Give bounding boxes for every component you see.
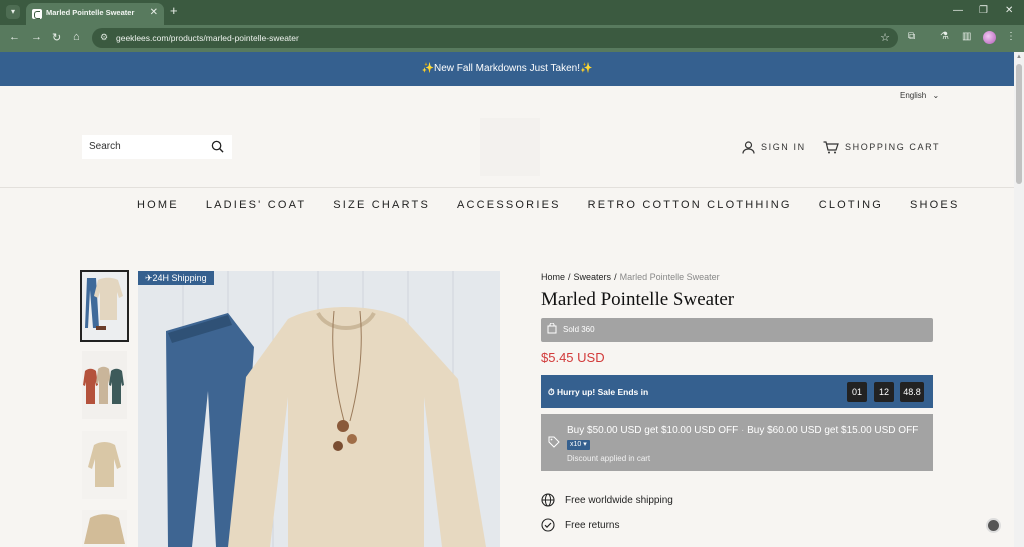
multiplier-badge[interactable]: x10 ▾: [567, 440, 590, 451]
header-divider: [0, 187, 1014, 188]
language-selector[interactable]: English ⌄: [900, 91, 939, 100]
countdown-minutes: 12: [874, 382, 894, 402]
sold-count: Sold 360: [563, 325, 595, 334]
cart-icon: [823, 140, 839, 153]
menu-icon[interactable]: ⋮: [1006, 31, 1016, 42]
sign-in-label: SIGN IN: [761, 142, 806, 152]
user-icon: [742, 140, 755, 154]
nav-item-shoes[interactable]: SHOES: [910, 199, 960, 211]
breadcrumb-current: Marled Pointelle Sweater: [619, 272, 720, 282]
tab-search-icon[interactable]: ▾: [6, 5, 20, 19]
thumbnail-2[interactable]: [82, 351, 127, 419]
thumbnail-1[interactable]: [80, 270, 129, 342]
nav-item-size-charts[interactable]: SIZE CHARTS: [333, 199, 430, 211]
new-tab-icon[interactable]: +: [170, 4, 178, 18]
browser-tab[interactable]: Marled Pointelle Sweater ✕: [26, 3, 164, 25]
profile-avatar[interactable]: [983, 31, 996, 44]
globe-icon: [541, 493, 555, 507]
announcement-bar: ✨New Fall Markdowns Just Taken!✨: [0, 52, 1014, 86]
forward-icon[interactable]: →: [31, 31, 42, 43]
minimize-icon[interactable]: —: [953, 5, 963, 16]
tab-close-icon[interactable]: ✕: [150, 7, 158, 18]
close-window-icon[interactable]: ✕: [1005, 5, 1013, 16]
shopping-cart-link[interactable]: SHOPPING CART: [823, 140, 940, 154]
language-label: English: [900, 91, 927, 100]
home-icon[interactable]: ⌂: [73, 31, 80, 43]
main-navigation: HOME LADIES' COAT SIZE CHARTS ACCESSORIE…: [137, 199, 960, 211]
nav-item-cloting[interactable]: CLOTING: [819, 199, 883, 211]
scrollbar[interactable]: ▲: [1014, 52, 1024, 547]
site-favicon-icon: [32, 9, 42, 19]
countdown-seconds: 48.8: [900, 382, 924, 402]
tab-title: Marled Pointelle Sweater: [46, 8, 135, 17]
browser-tab-strip: ▾ Marled Pointelle Sweater ✕ + — ❐ ✕: [0, 0, 1024, 25]
product-title: Marled Pointelle Sweater: [541, 289, 735, 310]
scroll-up-icon[interactable]: ▲: [1016, 54, 1022, 60]
nav-item-retro-cotton[interactable]: RETRO COTTON CLOTHHING: [588, 199, 792, 211]
sign-in-link[interactable]: SIGN IN: [742, 140, 806, 154]
discount-offer-2: Buy $60.00 USD get $15.00 USD OFF: [747, 425, 919, 436]
discount-offer-1: Buy $50.00 USD get $10.00 USD OFF: [567, 425, 739, 436]
omnibox[interactable]: ⚙ geeklees.com/products/marled-pointelle…: [92, 28, 898, 48]
clock-icon: ⏱: [548, 387, 555, 397]
thumbnail-4[interactable]: [82, 510, 127, 547]
check-circle-icon: [541, 518, 555, 532]
thumbnail-image: [82, 431, 127, 499]
breadcrumb: Home / Sweaters / Marled Pointelle Sweater: [541, 272, 720, 282]
nav-item-home[interactable]: HOME: [137, 199, 179, 211]
restore-icon[interactable]: ❐: [979, 5, 988, 16]
search-icon[interactable]: [211, 140, 224, 153]
countdown-label: ⏱ Hurry up! Sale Ends in: [548, 387, 648, 398]
feature-returns-text: Free returns: [565, 519, 620, 531]
sold-count-bar: Sold 360: [541, 318, 933, 342]
side-panel-icon[interactable]: ▥: [962, 31, 971, 42]
breadcrumb-category[interactable]: Sweaters: [574, 272, 612, 282]
feature-returns: Free returns: [541, 518, 619, 532]
feature-shipping-text: Free worldwide shipping: [565, 494, 673, 506]
back-icon[interactable]: ←: [9, 31, 20, 43]
sale-countdown-bar: ⏱ Hurry up! Sale Ends in 01 12 48.8: [541, 375, 933, 408]
countdown-text: Hurry up! Sale Ends in: [557, 387, 649, 397]
product-price: $5.45 USD: [541, 350, 605, 365]
reload-icon[interactable]: ↻: [52, 31, 61, 44]
nav-item-accessories[interactable]: ACCESSORIES: [457, 199, 561, 211]
main-product-image[interactable]: [138, 271, 500, 547]
tag-icon: [548, 436, 560, 448]
thumbnail-image: [82, 272, 127, 340]
feature-shipping: Free worldwide shipping: [541, 493, 673, 507]
chevron-down-icon: ▾: [583, 441, 587, 449]
countdown-hours: 01: [847, 382, 867, 402]
shipping-badge: ✈24H Shipping: [138, 271, 214, 285]
site-info-icon[interactable]: ⚙: [100, 32, 108, 43]
cart-label: SHOPPING CART: [845, 142, 941, 152]
thumbnail-image: [82, 351, 127, 419]
labs-icon[interactable]: ⚗: [940, 31, 949, 42]
breadcrumb-home[interactable]: Home: [541, 272, 565, 282]
scroll-thumb[interactable]: [1016, 64, 1022, 184]
chevron-down-icon: ⌄: [932, 91, 940, 100]
address-bar-row: ← → ↻ ⌂ ⚙ geeklees.com/products/marled-p…: [0, 25, 1024, 52]
bag-icon: [547, 323, 557, 334]
chat-widget-icon[interactable]: [986, 518, 1001, 533]
thumbnail-image: [82, 510, 127, 547]
product-photo: [138, 271, 500, 547]
search-input[interactable]: Search: [82, 135, 232, 159]
nav-item-ladies-coat[interactable]: LADIES' COAT: [206, 199, 306, 211]
thumbnail-3[interactable]: [82, 431, 127, 499]
url-text[interactable]: geeklees.com/products/marled-pointelle-s…: [116, 33, 299, 43]
bookmark-star-icon[interactable]: ☆: [880, 31, 890, 44]
search-placeholder: Search: [89, 141, 121, 152]
extensions-icon[interactable]: ⧉: [908, 31, 915, 42]
multiplier-value: x10: [570, 441, 582, 449]
discount-offers: Buy $50.00 USD get $10.00 USD OFF · Buy …: [567, 425, 919, 451]
store-logo[interactable]: [480, 118, 540, 176]
discount-note: Discount applied in cart: [567, 454, 651, 463]
discount-offer-box: Buy $50.00 USD get $10.00 USD OFF · Buy …: [541, 414, 933, 471]
